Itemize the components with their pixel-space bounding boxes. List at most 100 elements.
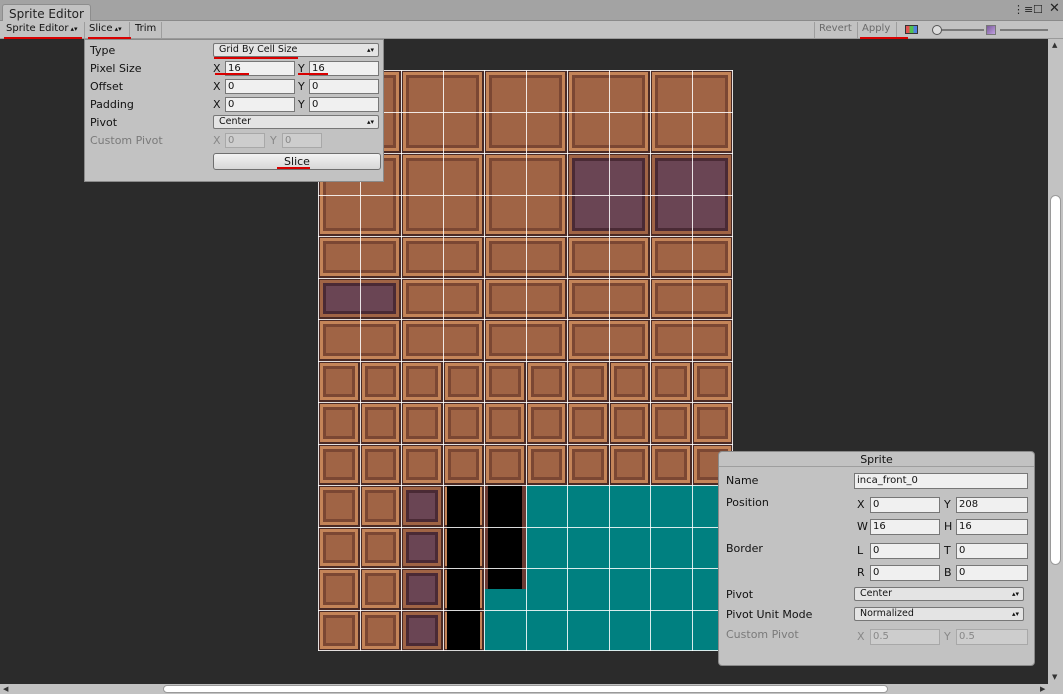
- offset-x-field[interactable]: 0: [225, 79, 295, 94]
- slice-popup-panel: Type Grid By Cell Size ▴▾ Pixel Size X 16…: [84, 39, 384, 182]
- sprite-custom-pivot-x-axis: X: [857, 630, 865, 643]
- pivot-unit-mode-label: Pivot Unit Mode: [726, 608, 813, 621]
- dropdown-arrows-icon: ▴▾: [114, 25, 122, 33]
- position-y-field[interactable]: 208: [956, 497, 1028, 513]
- pixel-size-label: Pixel Size: [90, 62, 142, 75]
- position-label: Position: [726, 496, 769, 509]
- grid-line-horizontal: [318, 568, 733, 569]
- dropdown-arrows-icon: ▴▾: [1011, 590, 1019, 598]
- pivot-unit-mode-value: Normalized: [860, 608, 914, 619]
- pivot-label: Pivot: [90, 116, 118, 129]
- grid-line-horizontal: [318, 319, 733, 320]
- grid-line-horizontal: [318, 361, 733, 362]
- close-icon[interactable]: ✕: [1049, 1, 1060, 16]
- sprite-pivot-value: Center: [860, 588, 892, 599]
- slice-type-value: Grid By Cell Size: [219, 44, 298, 55]
- offset-x-axis: X: [213, 80, 221, 93]
- border-l-field[interactable]: 0: [870, 543, 940, 559]
- grid-line-horizontal: [318, 527, 733, 528]
- position-y-axis: Y: [944, 498, 951, 511]
- sprite-pivot-dropdown[interactable]: Center ▴▾: [854, 587, 1024, 601]
- sprite-name-field[interactable]: inca_front_0: [854, 473, 1028, 489]
- grid-line-horizontal: [318, 485, 733, 486]
- padding-y-axis: Y: [298, 98, 305, 111]
- apply-button[interactable]: Apply: [858, 22, 897, 38]
- grid-line-horizontal: [318, 650, 733, 651]
- vertical-scroll-thumb[interactable]: [1050, 195, 1061, 565]
- border-label: Border: [726, 542, 763, 555]
- sprite-pivot-label: Pivot: [726, 588, 754, 601]
- annotation-underline: [277, 167, 310, 169]
- sprite-panel-header: Sprite: [719, 452, 1034, 467]
- scroll-right-arrow-icon[interactable]: ▶: [1040, 685, 1045, 693]
- position-x-field[interactable]: 0: [870, 497, 940, 513]
- border-t-field[interactable]: 0: [956, 543, 1028, 559]
- vertical-scrollbar[interactable]: ▲ ▼: [1048, 39, 1063, 684]
- border-b-axis: B: [944, 566, 952, 579]
- annotation-underline: [214, 57, 298, 59]
- slice-menu-label: Slice: [89, 23, 113, 34]
- sprite-name-label: Name: [726, 474, 759, 487]
- border-r-axis: R: [857, 566, 865, 579]
- sprite-editor-mode-dropdown[interactable]: Sprite Editor ▴▾: [2, 22, 85, 38]
- sprite-custom-pivot-label: Custom Pivot: [726, 628, 799, 641]
- sprite-inspector-panel: Sprite Name inca_front_0 Position X 0 Y …: [718, 451, 1035, 666]
- offset-y-axis: Y: [298, 80, 305, 93]
- sprite-custom-pivot-x-field: 0.5: [870, 629, 940, 645]
- type-label: Type: [90, 44, 116, 57]
- padding-x-axis: X: [213, 98, 221, 111]
- grid-line-horizontal: [318, 610, 733, 611]
- custom-pivot-x-axis: X: [213, 134, 221, 147]
- trim-button[interactable]: Trim: [131, 22, 162, 38]
- pivot-dropdown[interactable]: Center ▴▾: [213, 115, 379, 129]
- dropdown-arrows-icon: ▴▾: [1011, 610, 1019, 618]
- grid-line-horizontal: [318, 402, 733, 403]
- custom-pivot-y-axis: Y: [270, 134, 277, 147]
- slice-menu-button[interactable]: Slice ▴▾: [85, 22, 130, 38]
- maximize-icon[interactable]: ☐: [1033, 3, 1043, 16]
- border-r-field[interactable]: 0: [870, 565, 940, 581]
- mipmap-icon: [986, 25, 996, 35]
- sprite-custom-pivot-y-field: 0.5: [956, 629, 1028, 645]
- padding-x-field[interactable]: 0: [225, 97, 295, 112]
- dropdown-arrows-icon: ▴▾: [366, 118, 374, 126]
- padding-label: Padding: [90, 98, 134, 111]
- custom-pivot-x-field: 0: [225, 133, 265, 148]
- annotation-underline: [215, 73, 249, 75]
- custom-pivot-label: Custom Pivot: [90, 134, 163, 147]
- position-x-axis: X: [857, 498, 865, 511]
- window-tab[interactable]: Sprite Editor: [2, 4, 91, 22]
- annotation-underline: [298, 73, 328, 75]
- grid-line-horizontal: [318, 444, 733, 445]
- zoom-slider-thumb[interactable]: [932, 25, 942, 35]
- position-h-axis: H: [944, 520, 953, 533]
- pivot-value: Center: [219, 116, 251, 127]
- scroll-left-arrow-icon[interactable]: ◀: [3, 685, 8, 693]
- position-w-axis: W: [857, 520, 868, 533]
- padding-y-field[interactable]: 0: [309, 97, 379, 112]
- scroll-up-arrow-icon[interactable]: ▲: [1052, 41, 1057, 49]
- rgb-channel-toggle-icon[interactable]: [905, 25, 918, 34]
- grid-line-horizontal: [318, 278, 733, 279]
- sprite-editor-window: Sprite Editor ⋮≡ ☐ ✕ Sprite Editor ▴▾ Sli…: [0, 0, 1063, 694]
- border-b-field[interactable]: 0: [956, 565, 1028, 581]
- grid-line-horizontal: [318, 236, 733, 237]
- scroll-down-arrow-icon[interactable]: ▼: [1052, 673, 1057, 681]
- revert-button[interactable]: Revert: [814, 22, 858, 38]
- mip-slider-track[interactable]: [1000, 29, 1048, 31]
- pivot-unit-mode-dropdown[interactable]: Normalized ▴▾: [854, 607, 1024, 621]
- position-w-field[interactable]: 16: [870, 519, 940, 535]
- grid-line-horizontal: [318, 195, 733, 196]
- slice-type-dropdown[interactable]: Grid By Cell Size ▴▾: [213, 43, 379, 57]
- border-l-axis: L: [857, 544, 864, 557]
- list-menu-icon[interactable]: ⋮≡: [1013, 3, 1033, 16]
- dropdown-arrows-icon: ▴▾: [70, 25, 78, 33]
- offset-y-field[interactable]: 0: [309, 79, 379, 94]
- custom-pivot-y-field: 0: [282, 133, 322, 148]
- horizontal-scroll-thumb[interactable]: [163, 685, 888, 693]
- position-h-field[interactable]: 16: [956, 519, 1028, 535]
- offset-label: Offset: [90, 80, 124, 93]
- sprite-editor-mode-label: Sprite Editor: [6, 23, 69, 34]
- horizontal-scrollbar[interactable]: ◀ ▶: [0, 684, 1063, 694]
- border-t-axis: T: [944, 544, 951, 557]
